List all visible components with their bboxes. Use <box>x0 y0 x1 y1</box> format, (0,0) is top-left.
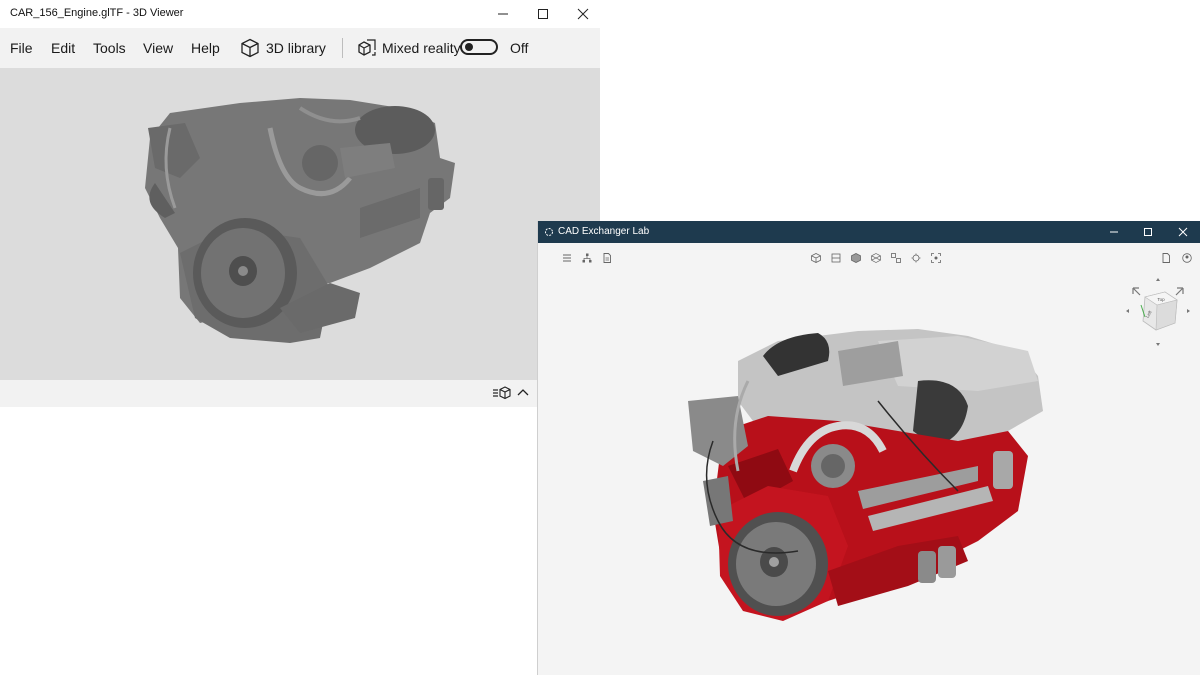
toggle-knob <box>465 43 473 51</box>
minimize-icon <box>1110 231 1118 233</box>
model-tree-button[interactable] <box>579 250 595 266</box>
view-wireframe-button[interactable] <box>868 250 884 266</box>
explode-icon <box>891 253 901 263</box>
status-bar <box>0 380 600 407</box>
menu-help[interactable]: Help <box>191 40 220 56</box>
view-iso-button[interactable] <box>808 250 824 266</box>
minimize-button[interactable] <box>483 0 523 28</box>
menu-file[interactable]: File <box>10 40 33 56</box>
properties-button[interactable] <box>599 250 615 266</box>
view-explode-button[interactable] <box>888 250 904 266</box>
menu-view[interactable]: View <box>143 40 173 56</box>
mixed-reality-toggle[interactable] <box>460 39 498 55</box>
cad-close-button[interactable] <box>1166 221 1200 243</box>
toggle-state-label: Off <box>510 40 529 56</box>
mixed-reality-label: Mixed reality <box>382 40 461 56</box>
cube-icon <box>811 253 821 263</box>
cad-maximize-button[interactable] <box>1131 221 1165 243</box>
cad-window-title: CAD Exchanger Lab <box>558 226 650 237</box>
view-measure-button[interactable] <box>908 250 924 266</box>
engine-model-color <box>688 329 1043 621</box>
cad-minimize-button[interactable] <box>1097 221 1131 243</box>
user-icon <box>1182 253 1192 263</box>
notes-button[interactable] <box>1158 250 1174 266</box>
section-icon <box>831 253 841 263</box>
cad-3d-viewport[interactable] <box>538 281 1200 675</box>
document-icon <box>603 253 611 263</box>
title-bar[interactable]: CAR_156_Engine.glTF - 3D Viewer <box>0 0 600 28</box>
maximize-icon <box>538 9 548 19</box>
menu-bar: File Edit Tools View Help 3D library Mix… <box>0 28 600 68</box>
fit-icon <box>931 253 941 263</box>
window-title: CAR_156_Engine.glTF - 3D Viewer <box>10 7 184 19</box>
menu-tools[interactable]: Tools <box>93 40 126 56</box>
close-button[interactable] <box>563 0 603 28</box>
wireframe-icon <box>871 253 881 263</box>
cad-exchanger-window: CAD Exchanger Lab Top Left <box>537 221 1200 675</box>
scene-cube-icon[interactable] <box>493 386 511 400</box>
menu-divider <box>342 38 343 58</box>
3d-library-label: 3D library <box>266 40 326 56</box>
minimize-icon <box>498 13 508 15</box>
cad-title-bar[interactable]: CAD Exchanger Lab <box>538 221 1200 243</box>
measure-icon <box>911 253 921 263</box>
close-icon <box>1178 227 1188 237</box>
app-logo-icon <box>545 228 553 236</box>
mixed-reality-icon <box>358 39 376 56</box>
view-section-button[interactable] <box>828 250 844 266</box>
cube-icon <box>241 38 259 58</box>
maximize-button[interactable] <box>523 0 563 28</box>
menu-button[interactable] <box>559 250 575 266</box>
close-icon <box>577 8 589 20</box>
menu-edit[interactable]: Edit <box>51 40 75 56</box>
3d-viewport[interactable] <box>0 68 600 380</box>
shaded-cube-icon <box>851 253 861 263</box>
engine-model-gray <box>145 98 455 343</box>
account-button[interactable] <box>1179 250 1195 266</box>
hamburger-icon <box>563 254 571 262</box>
notes-icon <box>1162 253 1170 263</box>
expand-chevron-icon[interactable] <box>517 388 529 398</box>
maximize-icon <box>1144 228 1152 236</box>
3d-viewer-window: CAR_156_Engine.glTF - 3D Viewer File Edi… <box>0 0 600 407</box>
view-shaded-button[interactable] <box>848 250 864 266</box>
fit-all-button[interactable] <box>928 250 944 266</box>
tree-icon <box>582 253 592 263</box>
